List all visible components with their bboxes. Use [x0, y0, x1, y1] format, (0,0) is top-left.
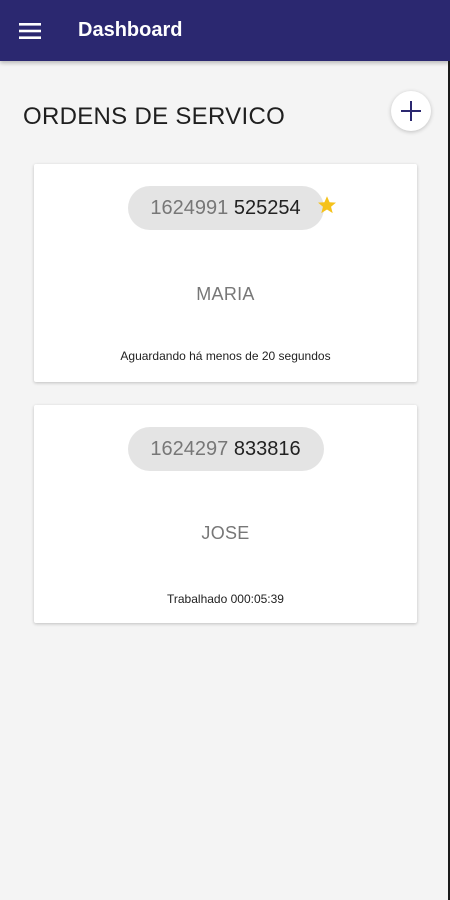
order-number-suffix: 525254 [233, 197, 301, 219]
add-order-button[interactable] [391, 91, 431, 131]
order-number-prefix: 1624991 [150, 197, 229, 219]
order-number-prefix: 1624297 [150, 438, 229, 460]
order-status: Trabalhado 000:05:39 [167, 592, 284, 606]
hamburger-menu-icon [19, 23, 41, 39]
order-card[interactable]: 1624297 833816 JOSE Trabalhado 000:05:39 [34, 405, 417, 623]
client-name: JOSE [201, 523, 250, 543]
star-icon[interactable] [316, 194, 338, 216]
section-title: ORDENS DE SERVICO [23, 103, 286, 130]
client-name: MARIA [196, 284, 255, 304]
order-number-badge: 1624297 833816 [127, 427, 324, 471]
order-number-suffix: 833816 [233, 438, 301, 460]
plus-icon [401, 101, 421, 121]
app-bar: Dashboard [0, 0, 450, 61]
menu-button[interactable] [10, 11, 50, 51]
order-card[interactable]: 1624991 525254 MARIA Aguardando há menos… [34, 164, 417, 382]
page-title: Dashboard [78, 19, 183, 41]
order-number-badge: 1624991 525254 [127, 186, 324, 230]
order-status: Aguardando há menos de 20 segundos [120, 349, 331, 363]
